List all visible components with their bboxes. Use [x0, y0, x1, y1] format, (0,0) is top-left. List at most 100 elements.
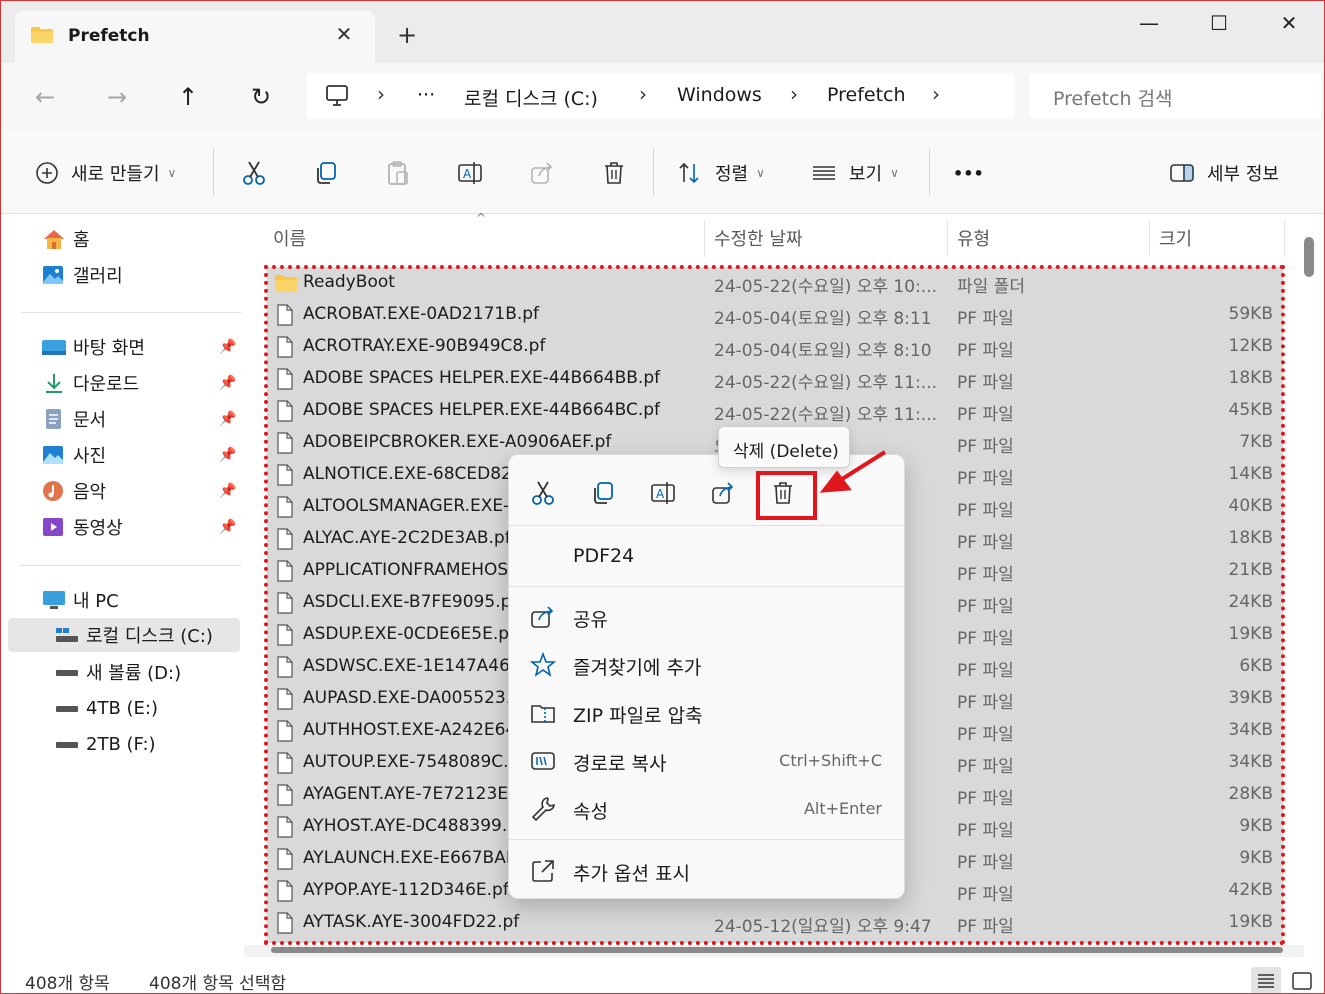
sidebar-item-drive-e[interactable]: 4TB (E:)	[54, 691, 254, 725]
new-tab-button[interactable]: +	[397, 23, 417, 47]
menu-item-share[interactable]: 공유	[509, 595, 904, 637]
cm-copy-button[interactable]	[585, 475, 621, 511]
menu-item-properties[interactable]: 속성 Alt+Enter	[509, 787, 904, 829]
table-row[interactable]: ACROBAT.EXE-0AD2171B.pf 24-05-04(토요일) 오후 …	[267, 299, 1283, 331]
menu-item-more-options[interactable]: 추가 옵션 표시	[509, 849, 904, 891]
column-divider[interactable]	[947, 221, 948, 257]
file-type: PF 파일	[957, 821, 1014, 841]
sort-icon	[679, 162, 699, 184]
item-count: 408개 항목	[25, 974, 110, 994]
pin-icon[interactable]: 📌	[219, 411, 236, 427]
table-row[interactable]: AYTASK.AYE-3004FD22.pf 24-05-12(일요일) 오후 9…	[267, 907, 1283, 939]
sidebar-item-this-pc[interactable]: 내 PC	[41, 583, 241, 617]
table-row[interactable]: ADOBE SPACES HELPER.EXE-44B664BC.pf 24-05…	[267, 395, 1283, 427]
table-row[interactable]: ACROTRAY.EXE-90B949C8.pf 24-05-04(토요일) 오후…	[267, 331, 1283, 363]
file-size: 18KB	[1228, 528, 1273, 548]
file-name: ACROBAT.EXE-0AD2171B.pf	[303, 304, 540, 324]
folder-icon	[275, 275, 297, 292]
forward-arrow-icon[interactable]: →	[97, 77, 137, 117]
delete-button[interactable]	[601, 157, 627, 189]
sidebar-item-documents[interactable]: 문서 📌	[41, 402, 241, 436]
cm-cut-button[interactable]	[525, 475, 561, 511]
chevron-right-icon[interactable]: ›	[932, 82, 940, 106]
sidebar-item-local-disk[interactable]: 로컬 디스크 (C:)	[8, 618, 240, 652]
close-window-button[interactable]: ✕	[1266, 11, 1312, 37]
file-name: ALNOTICE.EXE-68CED823	[303, 464, 523, 484]
menu-item-copy-path[interactable]: 경로로 복사 Ctrl+Shift+C	[509, 739, 904, 781]
sidebar-item-drive-f[interactable]: 2TB (F:)	[54, 727, 254, 761]
column-divider[interactable]	[704, 221, 705, 257]
pin-icon[interactable]: 📌	[219, 339, 236, 355]
sort-button[interactable]: 정렬 ∨	[677, 157, 765, 189]
maximize-button[interactable]: ☐	[1196, 11, 1242, 37]
delete-tooltip: 삭제 (Delete)	[718, 426, 850, 468]
tiles-view-icon	[1292, 972, 1312, 990]
file-icon	[277, 592, 293, 614]
cm-rename-button[interactable]: A	[645, 475, 681, 511]
close-tab-icon[interactable]: ✕	[333, 23, 355, 45]
file-date: 24-05-12(일요일) 오후 9:47	[714, 917, 932, 937]
chevron-right-icon[interactable]: ›	[790, 82, 798, 106]
menu-item-add-favorite[interactable]: 즐겨찾기에 추가	[509, 643, 904, 685]
column-size[interactable]: 크기	[1159, 225, 1192, 251]
file-type: PF 파일	[957, 661, 1014, 681]
cm-share-button[interactable]	[705, 475, 741, 511]
more-options-button[interactable]: •••	[953, 157, 984, 189]
sidebar-item-videos[interactable]: 동영상 📌	[41, 510, 241, 544]
file-name: AYPOP.AYE-112D346E.pf	[303, 880, 509, 900]
breadcrumb-local-disk[interactable]: 로컬 디스크 (C:)	[464, 84, 598, 111]
address-bar[interactable]: › ··· 로컬 디스크 (C:) › Windows › Prefetch ›	[307, 73, 1015, 119]
paste-button[interactable]	[385, 157, 411, 189]
file-type: PF 파일	[957, 917, 1014, 937]
tiles-view-button[interactable]	[1287, 967, 1317, 993]
minimize-button[interactable]: —	[1126, 11, 1172, 37]
breadcrumb-ellipsis[interactable]: ···	[417, 84, 435, 106]
details-view-button[interactable]	[1251, 967, 1281, 993]
column-type[interactable]: 유형	[957, 225, 990, 251]
file-size: 19KB	[1228, 912, 1273, 932]
chevron-right-icon[interactable]: ›	[639, 82, 647, 106]
table-row[interactable]: ADOBE SPACES HELPER.EXE-44B664BB.pf 24-05…	[267, 363, 1283, 395]
sidebar-item-drive-d[interactable]: 새 볼륨 (D:)	[54, 655, 254, 689]
rename-button[interactable]: A	[457, 157, 483, 189]
tab-prefetch[interactable]: Prefetch ✕	[15, 11, 375, 63]
sidebar-item-pictures[interactable]: 사진 📌	[41, 438, 241, 472]
refresh-icon[interactable]: ↻	[241, 77, 281, 117]
table-row[interactable]: ReadyBoot 24-05-22(수요일) 오후 10:... 파일 폴더	[267, 267, 1283, 299]
pin-icon[interactable]: 📌	[219, 375, 236, 391]
sidebar-item-home[interactable]: 홈	[41, 222, 241, 256]
up-arrow-icon[interactable]: ↑	[168, 77, 208, 117]
menu-item-zip[interactable]: ZIP 파일로 압축	[509, 691, 904, 733]
vertical-scrollbar[interactable]	[1304, 237, 1314, 277]
clipboard-icon	[388, 161, 408, 185]
search-input[interactable]: Prefetch 검색	[1029, 73, 1321, 119]
copy-button[interactable]	[313, 157, 339, 189]
pin-icon[interactable]: 📌	[219, 447, 236, 463]
chevron-right-icon[interactable]: ›	[377, 82, 385, 106]
breadcrumb-prefetch[interactable]: Prefetch	[827, 84, 906, 106]
back-arrow-icon[interactable]: ←	[25, 77, 65, 117]
scissors-icon	[243, 161, 265, 185]
pin-icon[interactable]: 📌	[219, 519, 236, 535]
column-divider[interactable]	[1284, 221, 1285, 257]
breadcrumb-windows[interactable]: Windows	[677, 84, 762, 106]
file-type: PF 파일	[957, 757, 1014, 777]
new-button[interactable]: 새로 만들기 ∨	[35, 157, 176, 189]
column-modified[interactable]: 수정한 날짜	[714, 225, 803, 251]
sidebar-item-music[interactable]: 음악 📌	[41, 474, 241, 508]
sidebar-divider	[21, 312, 241, 313]
column-divider[interactable]	[1149, 221, 1150, 257]
file-name: ASDUP.EXE-0CDE6E5E.pf	[303, 624, 516, 644]
file-icon	[277, 464, 293, 486]
menu-item-pdf24[interactable]: PDF24	[509, 535, 904, 577]
sidebar-item-desktop[interactable]: 바탕 화면 📌	[41, 330, 241, 364]
column-name[interactable]: 이름	[273, 225, 306, 251]
horizontal-scrollbar[interactable]	[271, 947, 1283, 953]
cut-button[interactable]	[241, 157, 267, 189]
pin-icon[interactable]: 📌	[219, 483, 236, 499]
sidebar-item-gallery[interactable]: 갤러리	[41, 258, 241, 292]
sidebar-item-downloads[interactable]: 다운로드 📌	[41, 366, 241, 400]
details-pane-button[interactable]: 세부 정보	[1169, 157, 1279, 189]
view-button[interactable]: 보기 ∨	[811, 157, 899, 189]
share-button[interactable]	[529, 157, 555, 189]
